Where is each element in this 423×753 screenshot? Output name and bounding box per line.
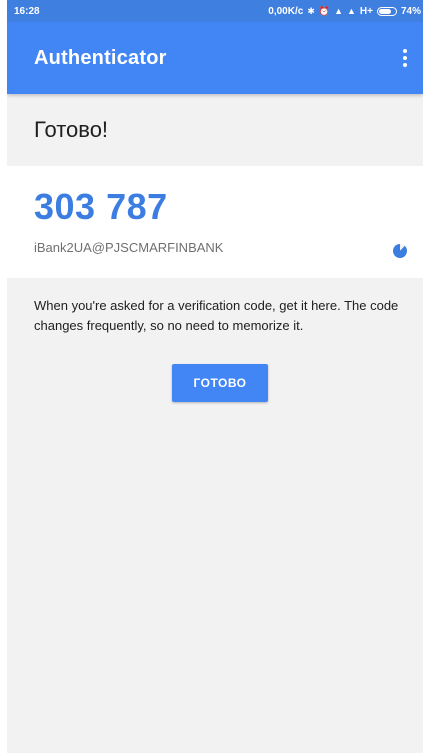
battery-percent: 74% [400,5,421,17]
battery-icon [376,6,397,16]
countdown-timer-icon [393,244,407,258]
app-title: Authenticator [34,46,167,69]
network-speed: 0,00K/c [268,5,304,17]
battery-fill [378,8,391,14]
more-vert-icon[interactable] [397,44,413,72]
status-time: 16:28 [14,5,40,17]
verification-code: 303 787 [34,186,168,227]
status-indicators: 0,00K/c ✱ ⏰ ▲ ▲ H+ 74% [268,6,421,17]
alarm-icon: ⏰ [318,5,331,16]
phone-screen: 16:28 0,00K/c ✱ ⏰ ▲ ▲ H+ 74% Authenticat… [7,0,423,753]
bluetooth-icon: ✱ [307,5,315,16]
signal-icon: ▲ [347,6,356,16]
account-name: iBank2UA@PJSCMARFINBANK [34,240,224,255]
page-title: Готово! [34,117,109,142]
info-text: When you're asked for a verification cod… [34,298,399,333]
signal-icon: ▲ [334,6,343,16]
account-card[interactable]: 303 787 iBank2UA@PJSCMARFINBANK [7,166,423,278]
app-bar: Authenticator [7,22,423,94]
done-button[interactable]: ГОТОВО [172,364,268,402]
status-bar: 16:28 0,00K/c ✱ ⏰ ▲ ▲ H+ 74% [7,0,423,22]
button-container: ГОТОВО [7,364,423,402]
network-type: H+ [359,5,373,17]
